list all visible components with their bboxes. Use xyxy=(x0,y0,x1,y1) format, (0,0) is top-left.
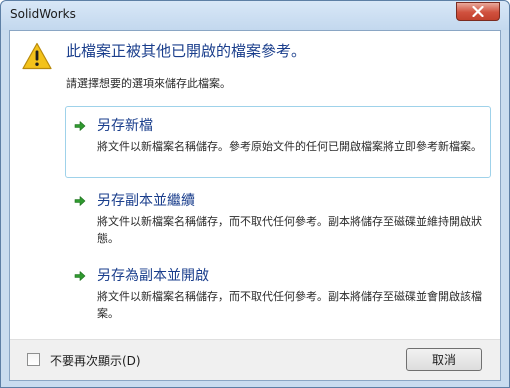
close-x-icon xyxy=(472,6,484,17)
warning-triangle-icon xyxy=(22,42,52,70)
dialog-content: 此檔案正被其他已開啟的檔案參考。 請選擇想要的選項來儲存此檔案。 另存新檔 將文… xyxy=(9,30,501,381)
window-title: SolidWorks xyxy=(10,7,76,21)
close-button[interactable] xyxy=(456,2,500,21)
save-copy-open-option[interactable]: 另存為副本並開啟 將文件以新檔案名稱儲存，而不取代任何參考。副本將儲存至磁碟並會… xyxy=(65,256,491,326)
save-copy-continue-option-description: 將文件以新檔案名稱儲存，而不取代任何參考。副本將儲存至磁碟並維持開啟狀態。 xyxy=(97,215,482,245)
green-arrow-icon xyxy=(74,196,86,206)
save-as-option[interactable]: 另存新檔 將文件以新檔案名稱儲存。參考原始文件的任何已開啟檔案將立即參考新檔案。 xyxy=(65,106,491,178)
save-copy-continue-option-title: 另存副本並繼續 xyxy=(97,193,195,209)
dialog-headline: 此檔案正被其他已開啟的檔案參考。 xyxy=(66,42,307,60)
green-arrow-icon xyxy=(74,121,86,131)
save-as-option-title: 另存新檔 xyxy=(97,118,153,134)
save-copy-open-option-title: 另存為副本並開啟 xyxy=(97,268,209,284)
cancel-button[interactable]: 取消 xyxy=(406,348,482,371)
dont-show-again-label[interactable]: 不要再次顯示(D) xyxy=(50,352,141,369)
save-copy-continue-option[interactable]: 另存副本並繼續 將文件以新檔案名稱儲存，而不取代任何參考。副本將儲存至磁碟並維持… xyxy=(65,181,491,251)
dialog-window: SolidWorks 此檔案正被其他已開啟的檔案參考。 請選擇想要的選項來儲存此… xyxy=(0,0,510,388)
title-bar[interactable]: SolidWorks xyxy=(1,1,509,30)
save-copy-open-option-description: 將文件以新檔案名稱儲存，而不取代任何參考。副本將儲存至磁碟並會開啟該檔案。 xyxy=(97,290,482,320)
dont-show-again-checkbox[interactable] xyxy=(27,353,40,366)
dialog-instruction: 請選擇想要的選項來儲存此檔案。 xyxy=(66,77,231,90)
save-as-option-description: 將文件以新檔案名稱儲存。參考原始文件的任何已開啟檔案將立即參考新檔案。 xyxy=(97,140,482,153)
dialog-footer: 不要再次顯示(D) 取消 xyxy=(10,339,500,380)
green-arrow-icon xyxy=(74,271,86,281)
